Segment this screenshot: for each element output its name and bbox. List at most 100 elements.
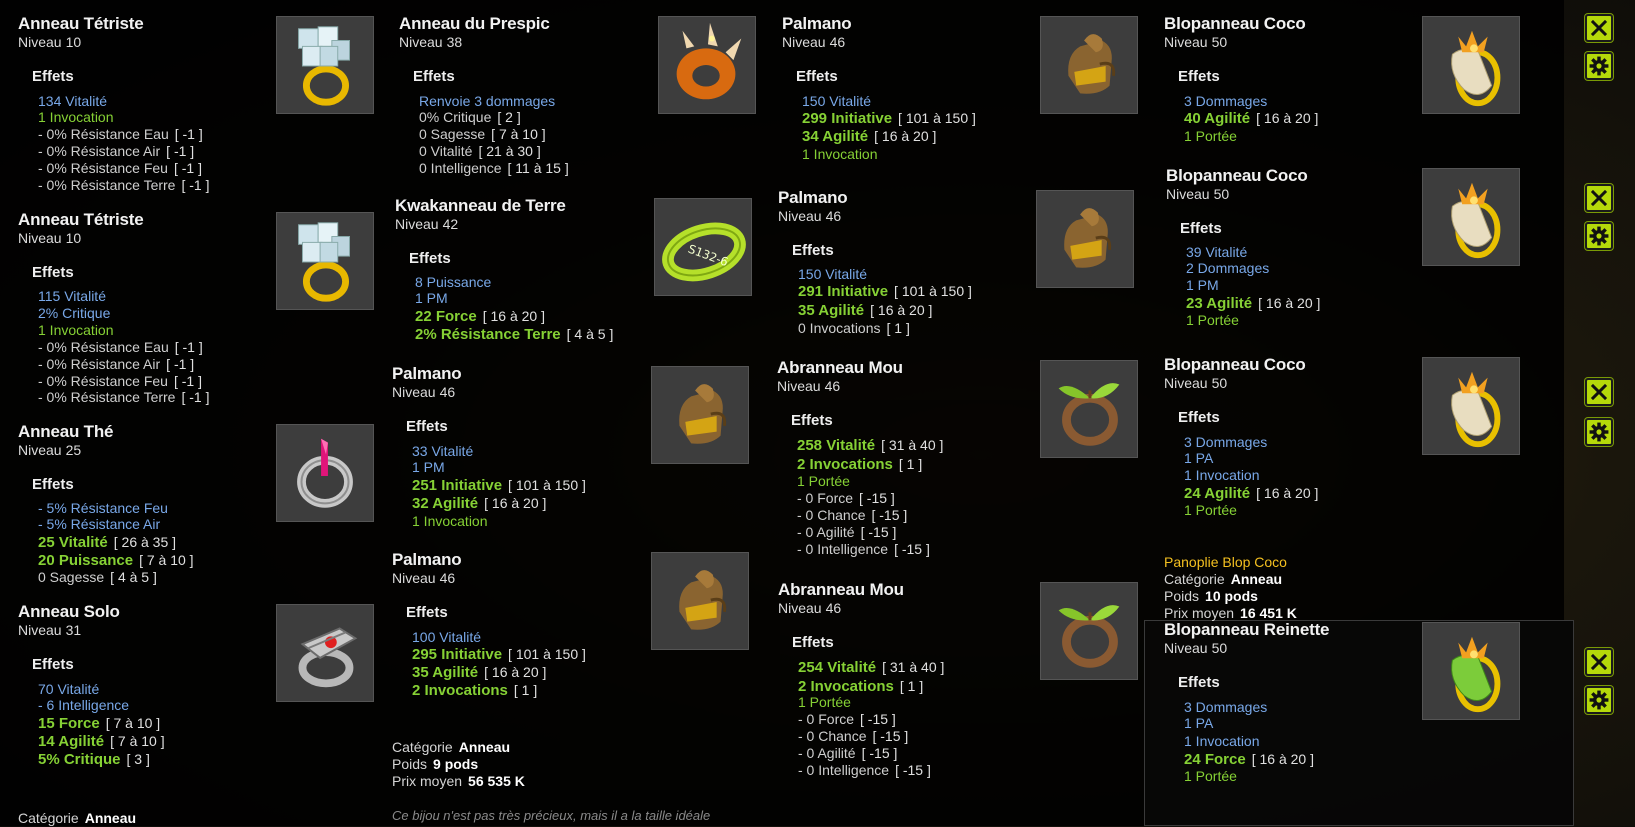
close-icon bbox=[1590, 653, 1608, 671]
level-label: Niveau bbox=[778, 208, 822, 224]
set-link[interactable]: Panoplie Blop Coco bbox=[1164, 554, 1297, 571]
category-label: Catégorie bbox=[1164, 571, 1225, 587]
effect-line: 2 Invocations [ 1 ] bbox=[797, 456, 922, 473]
effect-line: 1 Portée bbox=[798, 694, 851, 710]
item-icon bbox=[1040, 582, 1138, 680]
effect-text: - 0% Résistance Eau bbox=[38, 126, 169, 142]
level-label: Niveau bbox=[1164, 640, 1208, 656]
close-button[interactable] bbox=[1585, 648, 1613, 676]
effect-line: 115 Vitalité bbox=[38, 288, 106, 304]
level-value: 31 bbox=[65, 622, 82, 638]
settings-button[interactable] bbox=[1585, 686, 1613, 714]
item-icon bbox=[651, 366, 749, 464]
effect-text: 5% Critique bbox=[38, 751, 121, 768]
effect-range: [ -1 ] bbox=[166, 143, 195, 159]
effect-line: 23 Agilité [ 16 à 20 ] bbox=[1186, 295, 1320, 312]
svg-text:S132-6: S132-6 bbox=[686, 242, 730, 269]
close-icon bbox=[1590, 383, 1608, 401]
effect-line: 1 PA bbox=[1184, 450, 1213, 466]
effect-range: [ -1 ] bbox=[181, 389, 210, 405]
effect-line: 5% Critique [ 3 ] bbox=[38, 751, 150, 768]
effect-range: [ 16 à 20 ] bbox=[1256, 485, 1319, 501]
effect-range: [ -15 ] bbox=[860, 711, 896, 727]
item-level: Niveau 42 bbox=[395, 216, 458, 232]
item-level: Niveau 50 bbox=[1164, 34, 1227, 50]
item-icon bbox=[1422, 168, 1520, 266]
effect-line: 1 Invocation bbox=[38, 322, 114, 338]
effects-title: Effets bbox=[792, 634, 834, 651]
level-value: 46 bbox=[829, 34, 846, 50]
effects-title: Effets bbox=[1178, 409, 1220, 426]
effect-text: 0% Critique bbox=[419, 109, 492, 125]
effect-line: - 0 Intelligence [ -15 ] bbox=[798, 762, 931, 778]
effect-text: 1 Invocation bbox=[802, 146, 878, 162]
effect-text: 22 Force bbox=[415, 308, 477, 325]
effect-range: [ -15 ] bbox=[895, 762, 931, 778]
effect-line: 1 Invocation bbox=[802, 146, 878, 162]
effect-line: 1 PM bbox=[1186, 277, 1219, 293]
item-name: Anneau Thé bbox=[18, 422, 114, 441]
effect-line: - 0% Résistance Terre [ -1 ] bbox=[38, 389, 209, 405]
effect-line: 3 Dommages bbox=[1184, 434, 1267, 450]
settings-button[interactable] bbox=[1585, 222, 1613, 250]
close-button[interactable] bbox=[1585, 378, 1613, 406]
effect-text: 1 PM bbox=[415, 290, 448, 306]
item-icon bbox=[1040, 360, 1138, 458]
effect-range: [ 1 ] bbox=[513, 682, 538, 698]
effect-text: 1 Portée bbox=[1184, 502, 1237, 518]
effect-text: 1 PM bbox=[1186, 277, 1219, 293]
price-label: Prix moyen bbox=[392, 773, 463, 789]
effect-line: - 0 Chance [ -15 ] bbox=[797, 507, 907, 523]
effect-line: - 0% Résistance Air [ -1 ] bbox=[38, 356, 194, 372]
effect-text: 2% Critique bbox=[38, 305, 111, 321]
item-icon bbox=[1422, 16, 1520, 114]
settings-button[interactable] bbox=[1585, 418, 1613, 446]
level-value: 50 bbox=[1211, 640, 1228, 656]
effect-line: 2 Invocations [ 1 ] bbox=[798, 678, 923, 695]
effect-line: - 0% Résistance Terre [ -1 ] bbox=[38, 177, 209, 193]
effect-line: 1 Invocation bbox=[412, 513, 488, 529]
item-icon: S132-6 bbox=[654, 198, 752, 296]
effect-line: 35 Agilité [ 16 à 20 ] bbox=[412, 664, 546, 681]
effect-text: 24 Agilité bbox=[1184, 485, 1251, 502]
category-value: Anneau bbox=[1230, 571, 1283, 587]
effect-line: 251 Initiative [ 101 à 150 ] bbox=[412, 477, 586, 494]
effect-text: 1 Portée bbox=[1184, 128, 1237, 144]
effect-line: 33 Vitalité bbox=[412, 443, 473, 459]
effect-range: [ -15 ] bbox=[859, 490, 895, 506]
effect-line: - 0 Force [ -15 ] bbox=[798, 711, 896, 727]
effect-line: 35 Agilité [ 16 à 20 ] bbox=[798, 302, 932, 319]
effect-line: - 5% Résistance Air bbox=[38, 516, 160, 532]
effect-text: - 0 Agilité bbox=[798, 745, 856, 761]
effect-range: [ 1 ] bbox=[899, 678, 924, 694]
effect-line: - 5% Résistance Feu bbox=[38, 500, 168, 516]
effect-range: [ 1 ] bbox=[886, 320, 910, 336]
effect-line: - 0 Force [ -15 ] bbox=[797, 490, 895, 506]
effect-text: - 0 Intelligence bbox=[798, 762, 890, 778]
level-label: Niveau bbox=[18, 622, 62, 638]
item-name: Abranneau Mou bbox=[777, 358, 903, 377]
effect-text: 254 Vitalité bbox=[798, 659, 877, 676]
effect-text: - 0% Résistance Eau bbox=[38, 339, 169, 355]
item-level: Niveau 10 bbox=[18, 230, 81, 246]
effect-range: [ 101 à 150 ] bbox=[894, 283, 972, 299]
effect-line: 1 Portée bbox=[797, 473, 850, 489]
close-button[interactable] bbox=[1585, 14, 1613, 42]
close-button[interactable] bbox=[1585, 184, 1613, 212]
weight-label: Poids bbox=[392, 756, 428, 772]
effect-text: - 5% Résistance Feu bbox=[38, 500, 168, 516]
effects-title: Effets bbox=[413, 68, 455, 85]
effect-line: 39 Vitalité bbox=[1186, 244, 1247, 260]
effect-range: [ 3 ] bbox=[126, 751, 150, 767]
effect-range: [ 11 à 15 ] bbox=[507, 160, 569, 176]
effect-range: [ 4 à 5 ] bbox=[110, 569, 157, 585]
effect-range: [ 16 à 20 ] bbox=[1258, 295, 1321, 311]
settings-button[interactable] bbox=[1585, 52, 1613, 80]
effect-line: 14 Agilité [ 7 à 10 ] bbox=[38, 733, 165, 750]
effect-line: - 0% Résistance Feu [ -1 ] bbox=[38, 373, 202, 389]
effect-line: 1 PM bbox=[415, 290, 448, 306]
effect-text: 1 PM bbox=[412, 459, 445, 475]
effect-line: - 0 Intelligence [ -15 ] bbox=[797, 541, 930, 557]
item-icon bbox=[1036, 190, 1134, 288]
effect-line: 3 Dommages bbox=[1184, 699, 1267, 715]
